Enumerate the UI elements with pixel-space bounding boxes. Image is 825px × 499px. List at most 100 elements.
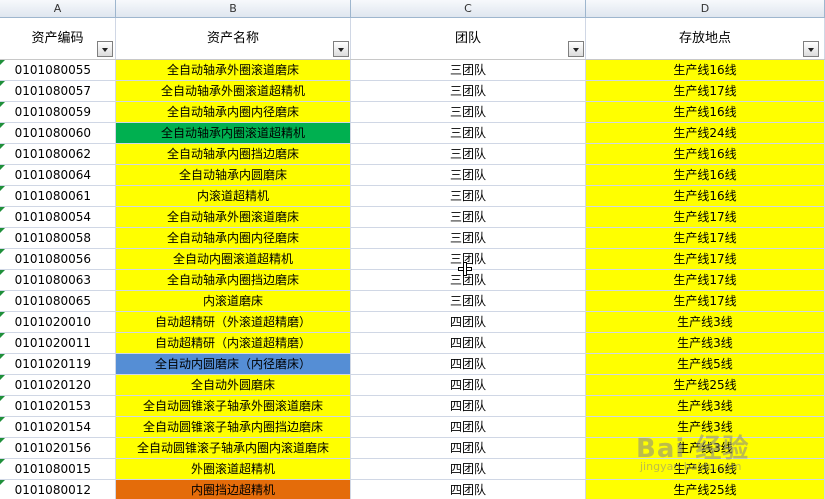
- cell-asset-code[interactable]: 0101020120: [0, 375, 116, 396]
- cell-location[interactable]: 生产线3线: [586, 396, 825, 417]
- cell-asset-name[interactable]: 内滚道磨床: [116, 291, 351, 312]
- cell-asset-code[interactable]: 0101020010: [0, 312, 116, 333]
- cell-asset-name[interactable]: 全自动外圆磨床: [116, 375, 351, 396]
- cell-asset-code[interactable]: 0101020154: [0, 417, 116, 438]
- cell-asset-name[interactable]: 全自动圆锥滚子轴承内圈内滚道磨床: [116, 438, 351, 459]
- cell-asset-name[interactable]: 全自动轴承内圆磨床: [116, 165, 351, 186]
- cell-team[interactable]: 四团队: [351, 480, 586, 499]
- table-row: 0101080064 全自动轴承内圆磨床 三团队 生产线16线: [0, 165, 825, 186]
- cell-team[interactable]: 三团队: [351, 228, 586, 249]
- cell-location[interactable]: 生产线17线: [586, 270, 825, 291]
- cell-location[interactable]: 生产线24线: [586, 123, 825, 144]
- cell-location[interactable]: 生产线17线: [586, 228, 825, 249]
- cell-asset-code[interactable]: 0101080065: [0, 291, 116, 312]
- cell-asset-name[interactable]: 全自动圆锥滚子轴承外圈滚道磨床: [116, 396, 351, 417]
- cell-asset-name[interactable]: 全自动轴承外圈滚道磨床: [116, 207, 351, 228]
- cell-location[interactable]: 生产线3线: [586, 417, 825, 438]
- cell-asset-code[interactable]: 0101080054: [0, 207, 116, 228]
- cell-asset-name[interactable]: 全自动轴承内圈挡边磨床: [116, 144, 351, 165]
- filter-dropdown-asset-name[interactable]: [333, 41, 349, 57]
- cell-asset-code[interactable]: 0101080012: [0, 480, 116, 499]
- cell-team[interactable]: 三团队: [351, 102, 586, 123]
- cell-location[interactable]: 生产线17线: [586, 291, 825, 312]
- filter-dropdown-asset-code[interactable]: [97, 41, 113, 57]
- table-row: 0101080012 内圈挡边超精机 四团队 生产线25线: [0, 480, 825, 499]
- cell-asset-name[interactable]: 自动超精研（内滚道超精磨）: [116, 333, 351, 354]
- cell-team[interactable]: 三团队: [351, 123, 586, 144]
- cell-team[interactable]: 四团队: [351, 396, 586, 417]
- table-row: 0101020154 全自动圆锥滚子轴承内圈挡边磨床 四团队 生产线3线: [0, 417, 825, 438]
- cell-team[interactable]: 三团队: [351, 186, 586, 207]
- cell-team[interactable]: 三团队: [351, 291, 586, 312]
- cell-asset-name[interactable]: 全自动轴承内圈滚道超精机: [116, 123, 351, 144]
- cell-team[interactable]: 四团队: [351, 312, 586, 333]
- cell-asset-code[interactable]: 0101080058: [0, 228, 116, 249]
- cell-asset-code[interactable]: 0101080064: [0, 165, 116, 186]
- cell-team[interactable]: 三团队: [351, 60, 586, 81]
- cell-asset-code[interactable]: 0101080056: [0, 249, 116, 270]
- cell-asset-code[interactable]: 0101080057: [0, 81, 116, 102]
- cell-team[interactable]: 四团队: [351, 438, 586, 459]
- cell-location[interactable]: 生产线25线: [586, 480, 825, 499]
- cell-asset-code[interactable]: 0101020156: [0, 438, 116, 459]
- cell-asset-code[interactable]: 0101080015: [0, 459, 116, 480]
- cell-asset-name[interactable]: 内圈挡边超精机: [116, 480, 351, 499]
- cell-asset-name[interactable]: 全自动内圈滚道超精机: [116, 249, 351, 270]
- column-letter-d[interactable]: D: [586, 0, 825, 17]
- table-header-row: 资产编码 资产名称 团队 存放地点: [0, 18, 825, 60]
- cell-location[interactable]: 生产线17线: [586, 207, 825, 228]
- cell-location[interactable]: 生产线16线: [586, 102, 825, 123]
- cell-asset-name[interactable]: 全自动圆锥滚子轴承内圈挡边磨床: [116, 417, 351, 438]
- cell-asset-name[interactable]: 全自动内圆磨床（内径磨床）: [116, 354, 351, 375]
- cell-team[interactable]: 四团队: [351, 333, 586, 354]
- cell-asset-code[interactable]: 0101080062: [0, 144, 116, 165]
- cell-location[interactable]: 生产线3线: [586, 312, 825, 333]
- cell-asset-code[interactable]: 0101020011: [0, 333, 116, 354]
- cell-team[interactable]: 三团队: [351, 207, 586, 228]
- cell-asset-code[interactable]: 0101080060: [0, 123, 116, 144]
- cell-team[interactable]: 三团队: [351, 165, 586, 186]
- column-letter-c[interactable]: C: [351, 0, 586, 17]
- spreadsheet: A B C D 资产编码 资产名称 团队 存放地点 0101080055 全自动轴…: [0, 0, 825, 499]
- cell-team[interactable]: 三团队: [351, 81, 586, 102]
- header-team[interactable]: 团队: [351, 18, 586, 59]
- cell-location[interactable]: 生产线17线: [586, 249, 825, 270]
- cell-location[interactable]: 生产线5线: [586, 354, 825, 375]
- cell-location[interactable]: 生产线16线: [586, 144, 825, 165]
- cell-select-cursor-icon: [458, 262, 472, 276]
- cell-asset-name[interactable]: 全自动轴承外圈滚道磨床: [116, 60, 351, 81]
- cell-location[interactable]: 生产线17线: [586, 81, 825, 102]
- cell-asset-code[interactable]: 0101080055: [0, 60, 116, 81]
- cell-asset-code[interactable]: 0101080061: [0, 186, 116, 207]
- cell-asset-name[interactable]: 自动超精研（外滚道超精磨）: [116, 312, 351, 333]
- column-letter-b[interactable]: B: [116, 0, 351, 17]
- cell-location[interactable]: 生产线3线: [586, 333, 825, 354]
- cell-asset-name[interactable]: 全自动轴承内圈内径磨床: [116, 228, 351, 249]
- cell-asset-name[interactable]: 外圈滚道超精机: [116, 459, 351, 480]
- cell-asset-name[interactable]: 全自动轴承外圈滚道超精机: [116, 81, 351, 102]
- cell-team[interactable]: 三团队: [351, 144, 586, 165]
- cell-asset-name[interactable]: 全自动轴承内圈内径磨床: [116, 102, 351, 123]
- cell-location[interactable]: 生产线16线: [586, 165, 825, 186]
- column-letter-a[interactable]: A: [0, 0, 116, 17]
- cell-location[interactable]: 生产线16线: [586, 186, 825, 207]
- cell-team[interactable]: 四团队: [351, 417, 586, 438]
- cell-location[interactable]: 生产线25线: [586, 375, 825, 396]
- cell-location[interactable]: 生产线16线: [586, 60, 825, 81]
- header-location[interactable]: 存放地点: [586, 18, 825, 59]
- filter-dropdown-team[interactable]: [568, 41, 584, 57]
- cell-location[interactable]: 生产线3线: [586, 438, 825, 459]
- cell-asset-name[interactable]: 内滚道超精机: [116, 186, 351, 207]
- cell-team[interactable]: 四团队: [351, 375, 586, 396]
- cell-asset-code[interactable]: 0101080059: [0, 102, 116, 123]
- cell-location[interactable]: 生产线16线: [586, 459, 825, 480]
- filter-dropdown-location[interactable]: [803, 41, 819, 57]
- cell-asset-code[interactable]: 0101020119: [0, 354, 116, 375]
- cell-team[interactable]: 四团队: [351, 354, 586, 375]
- table-row: 0101020010 自动超精研（外滚道超精磨） 四团队 生产线3线: [0, 312, 825, 333]
- cell-team[interactable]: 四团队: [351, 459, 586, 480]
- header-asset-name[interactable]: 资产名称: [116, 18, 351, 59]
- cell-asset-name[interactable]: 全自动轴承内圈挡边磨床: [116, 270, 351, 291]
- cell-asset-code[interactable]: 0101080063: [0, 270, 116, 291]
- cell-asset-code[interactable]: 0101020153: [0, 396, 116, 417]
